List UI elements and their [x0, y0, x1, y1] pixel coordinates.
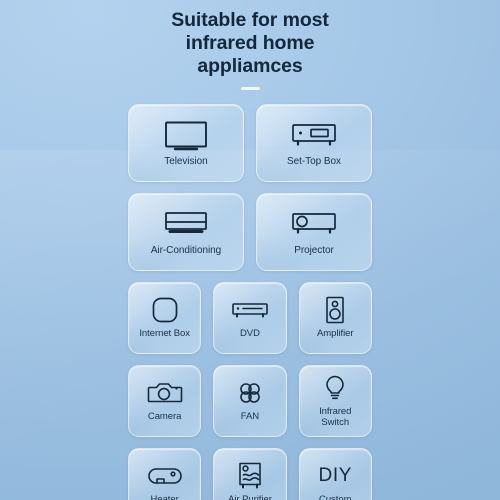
appliance-label: Television — [164, 155, 208, 167]
title-divider — [240, 87, 260, 90]
appliance-card-set-top-box[interactable]: Set-Top Box — [256, 103, 372, 182]
appliance-label-line-1: Infrared — [319, 405, 352, 417]
camera-icon — [147, 378, 183, 408]
appliance-row: Internet Box DVD Amplifier — [128, 281, 372, 354]
air-purifier-icon — [235, 461, 265, 491]
air-conditioner-icon — [161, 207, 211, 241]
appliance-card-air-purifier[interactable]: Air Purifier — [213, 447, 287, 500]
appliance-card-camera[interactable]: Camera — [128, 364, 202, 437]
television-icon — [162, 118, 210, 152]
appliance-card-projector[interactable]: Projector — [256, 192, 372, 271]
appliance-label: Internet Box — [139, 328, 190, 340]
appliance-label: Amplifier — [316, 328, 354, 340]
appliance-label: Custom — [319, 494, 352, 500]
fan-icon — [235, 378, 265, 408]
appliance-card-internet-box[interactable]: Internet Box — [128, 281, 202, 354]
appliance-label: Projector — [294, 244, 334, 256]
page-title-line-1: Suitable for most — [171, 9, 329, 31]
page-header: Suitable for most infrared home appliamc… — [0, 0, 500, 90]
set-top-box-icon — [289, 118, 339, 152]
appliance-row: Television Set-Top Box — [128, 103, 372, 182]
appliance-card-air-conditioning[interactable]: Air-Conditioning — [128, 192, 244, 271]
internet-box-icon — [150, 295, 180, 325]
diy-label: DIY — [318, 465, 352, 487]
light-bulb-icon — [323, 373, 347, 403]
appliance-row: Heater Air Purifier DIY Custom — [128, 447, 372, 500]
appliance-label: DVD — [239, 328, 260, 340]
appliance-grid: Television Set-Top Box Air-Conditioning … — [128, 103, 372, 500]
appliance-label: Air Purifier — [228, 494, 272, 500]
appliance-label: Heater — [150, 494, 179, 500]
appliance-card-custom[interactable]: DIY Custom — [298, 447, 372, 500]
appliance-card-dvd[interactable]: DVD — [213, 281, 287, 354]
appliance-label: Set-Top Box — [287, 155, 341, 167]
page-title-line-2: infrared home — [185, 32, 315, 54]
appliance-label: Camera — [147, 411, 182, 423]
dvd-player-icon — [230, 295, 270, 325]
appliance-card-television[interactable]: Television — [128, 103, 244, 182]
page-title: Suitable for most infrared home appliamc… — [120, 9, 380, 78]
appliance-label: Air-Conditioning — [150, 244, 222, 256]
appliance-label: Infrared Switch — [319, 406, 351, 429]
appliance-card-heater[interactable]: Heater — [128, 447, 202, 500]
projector-icon — [289, 207, 339, 241]
appliance-card-infrared-switch[interactable]: Infrared Switch — [298, 364, 372, 437]
diy-text-icon: DIY — [319, 461, 352, 491]
appliance-card-amplifier[interactable]: Amplifier — [298, 281, 372, 354]
page-root: Suitable for most infrared home appliamc… — [0, 0, 500, 500]
appliance-row: Air-Conditioning Projector — [128, 192, 372, 271]
amplifier-speaker-icon — [323, 295, 347, 325]
appliance-label: FAN — [240, 411, 260, 423]
appliance-label-line-2: Switch — [321, 417, 350, 429]
page-title-line-3: appliamces — [197, 55, 303, 77]
appliance-card-fan[interactable]: FAN — [213, 364, 287, 437]
appliance-row: Camera FAN Infrared Switch — [128, 364, 372, 437]
heater-icon — [146, 461, 184, 491]
